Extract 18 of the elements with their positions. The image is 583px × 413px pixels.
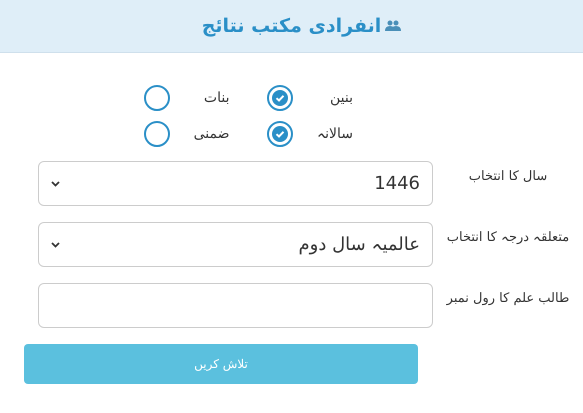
caret-icon (51, 242, 60, 248)
page-title: انفرادی مکتب نتائج (202, 14, 382, 39)
input-field[interactable] (38, 283, 433, 328)
caret-icon (51, 180, 60, 186)
radio-button[interactable] (267, 121, 293, 147)
field-label: متعلقہ درجہ کا انتخاب (446, 229, 570, 247)
radio-button[interactable] (144, 85, 170, 111)
radio-label: بنات (202, 88, 230, 108)
field-label: سال کا انتخاب (468, 168, 548, 186)
dropdown[interactable]: عالمیہ سال دوم (38, 222, 433, 267)
users-icon (385, 20, 402, 32)
radio-button[interactable] (267, 85, 293, 111)
radio-label: سالانہ (316, 124, 353, 144)
radio-label: بنین (328, 88, 353, 108)
field-label: طالب علم کا رول نمبر (445, 290, 570, 308)
radio-button[interactable] (144, 121, 170, 147)
radio-label: ضمنی (192, 124, 230, 144)
dropdown[interactable]: 1446 (38, 161, 433, 206)
